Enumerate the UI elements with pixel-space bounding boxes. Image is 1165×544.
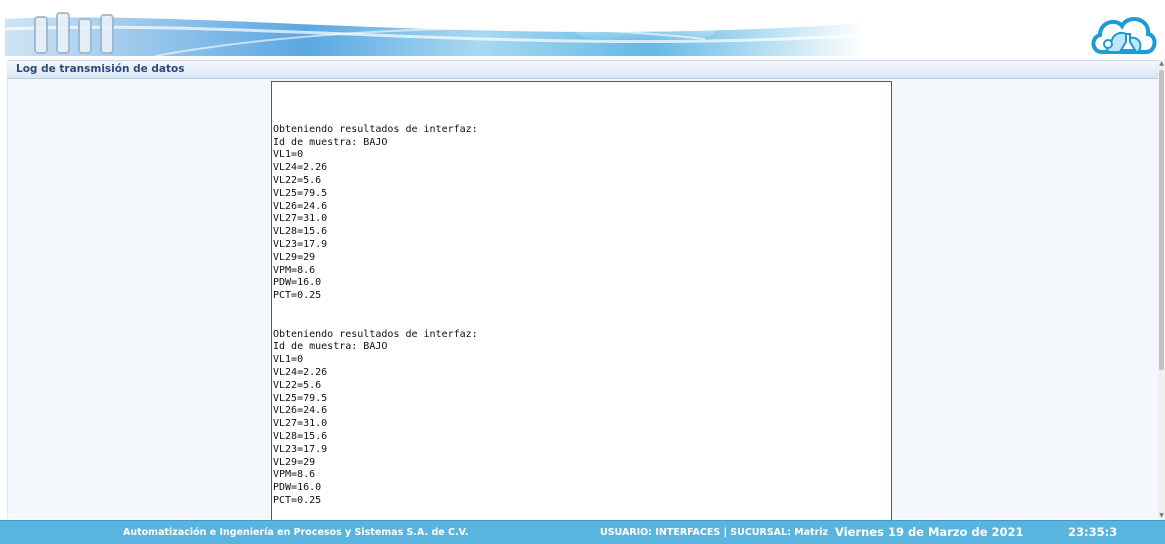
log-line: PDW=16.0	[273, 277, 322, 289]
page-scrollbar[interactable]: ▲ ▼	[1158, 60, 1165, 520]
footer-time: 23:35:37	[1068, 525, 1118, 539]
banner-image	[5, 12, 865, 56]
log-line: VL28=15.6	[273, 226, 328, 238]
scroll-thumb[interactable]	[1159, 70, 1164, 370]
log-line: VL22=5.6	[273, 174, 322, 186]
scroll-up-arrow-icon[interactable]: ▲	[1158, 60, 1165, 68]
log-line: VL29=29	[273, 251, 316, 263]
log-line: VL25=79.5	[273, 392, 328, 404]
log-line: VPM=8.6	[273, 469, 316, 481]
cloud-lab-logo-icon	[1091, 17, 1157, 54]
footer-date: Viernes 19 de Marzo de 2021	[835, 525, 1024, 539]
log-line: VL27=31.0	[273, 213, 328, 225]
log-line: VL24=2.26	[273, 162, 328, 174]
log-line: VL22=5.6	[273, 379, 322, 391]
panel-header: Log de transmisión de datos	[7, 60, 1160, 79]
panel-title: Log de transmisión de datos	[16, 63, 185, 75]
status-footer: Automatización e Ingeniería en Procesos …	[0, 520, 1165, 544]
log-line: VL23=17.9	[273, 238, 328, 250]
log-line: Obteniendo resultados de interfaz:	[273, 123, 478, 135]
scroll-down-arrow-icon[interactable]: ▼	[1158, 512, 1165, 520]
log-line: VL28=15.6	[273, 430, 328, 442]
log-line: VL26=24.6	[273, 200, 328, 212]
log-line: PCT=0.25	[273, 290, 322, 302]
log-line: VPM=8.6	[273, 264, 316, 276]
log-line: Id de muestra: BAJO	[273, 341, 388, 353]
footer-company: Automatización e Ingeniería en Procesos …	[123, 527, 469, 538]
log-textarea[interactable]: Obteniendo resultados de interfaz: Id de …	[271, 81, 892, 523]
log-line: VL24=2.26	[273, 366, 328, 378]
header-banner	[0, 0, 1165, 60]
log-line: VL23=17.9	[273, 443, 328, 455]
log-line: VL27=31.0	[273, 418, 328, 430]
app-window: Log de transmisión de datos Obteniendo r…	[0, 0, 1165, 544]
log-line: Obteniendo resultados de interfaz:	[273, 328, 478, 340]
log-line: PCT=0.25	[273, 494, 322, 506]
log-line: VL1=0	[273, 354, 304, 366]
log-line: VL26=24.6	[273, 405, 328, 417]
log-line: VL1=0	[273, 149, 304, 161]
log-line: VL29=29	[273, 456, 316, 468]
log-line: Id de muestra: BAJO	[273, 136, 388, 148]
log-content: Obteniendo resultados de interfaz: Id de …	[273, 111, 478, 508]
footer-user-info: USUARIO: INTERFACES | SUCURSAL: Matriz	[600, 527, 829, 538]
log-line: PDW=16.0	[273, 482, 322, 494]
log-line: VL25=79.5	[273, 187, 328, 199]
